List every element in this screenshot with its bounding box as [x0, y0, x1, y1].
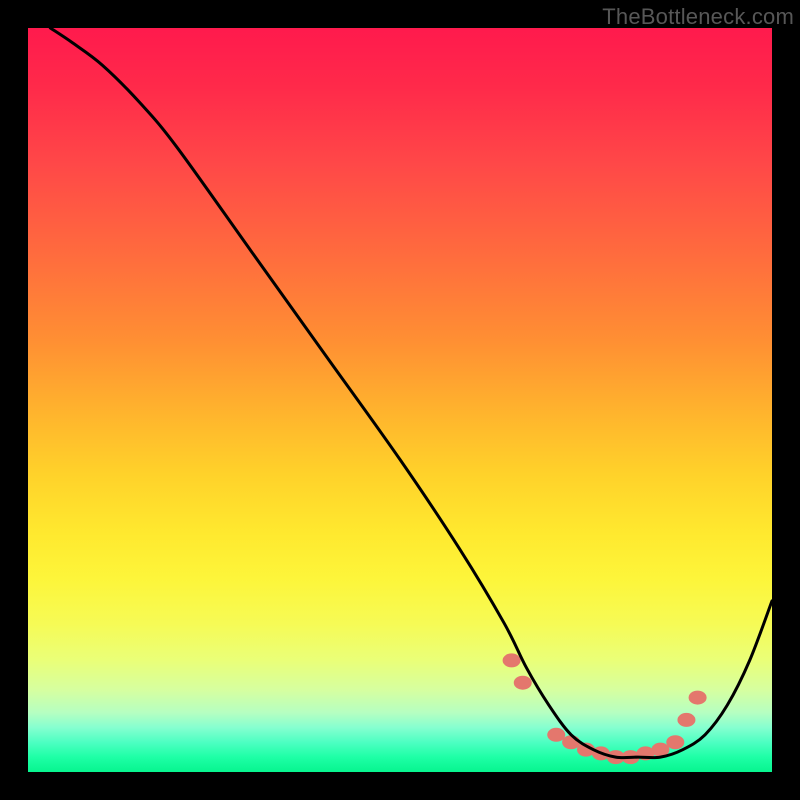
watermark-text: TheBottleneck.com: [602, 4, 794, 30]
marker-dot: [689, 691, 707, 705]
curve-layer: [28, 28, 772, 772]
highlight-markers: [503, 653, 707, 764]
chart-frame: TheBottleneck.com: [0, 0, 800, 800]
marker-dot: [514, 676, 532, 690]
marker-dot: [562, 735, 580, 749]
marker-dot: [677, 713, 695, 727]
marker-dot: [547, 728, 565, 742]
marker-dot: [503, 653, 521, 667]
plot-area: [28, 28, 772, 772]
bottleneck-curve: [50, 28, 772, 758]
marker-dot: [666, 735, 684, 749]
